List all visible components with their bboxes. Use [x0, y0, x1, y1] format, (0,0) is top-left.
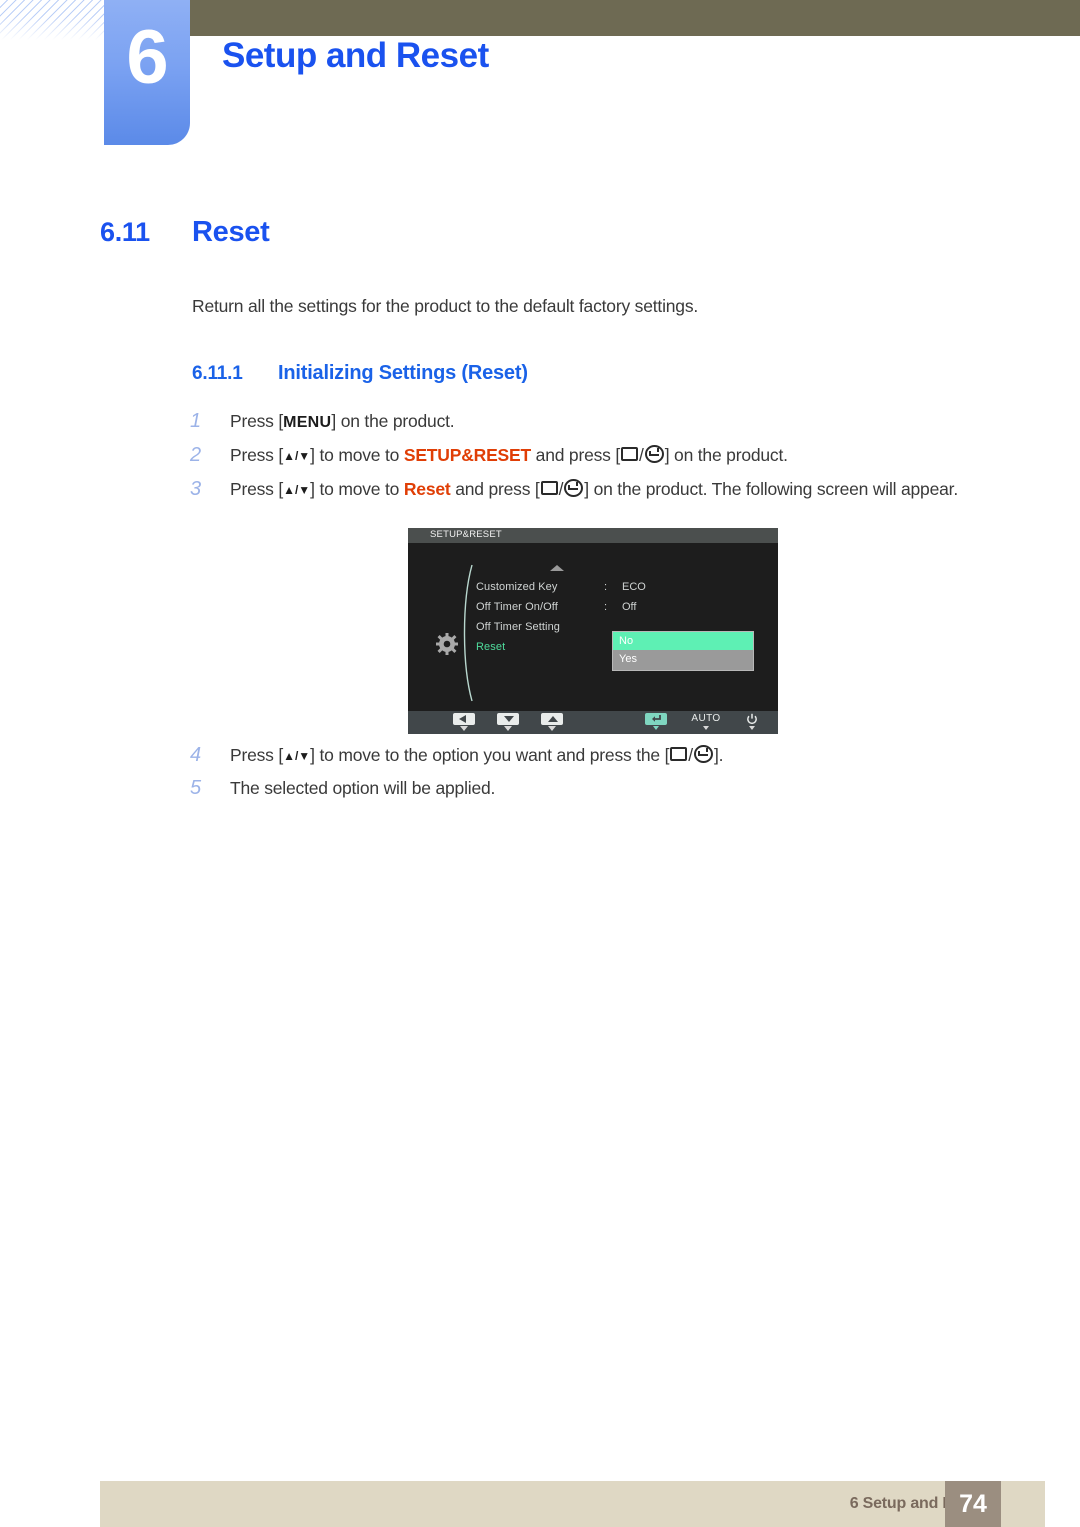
- step-text-a: Press [: [230, 479, 284, 499]
- left-arrow-icon: [450, 713, 478, 725]
- back-key-icon: [621, 447, 639, 461]
- highlight-reset: Reset: [403, 479, 451, 499]
- page-footer: 6 Setup and Reset 74: [100, 1481, 1080, 1527]
- button-tick-icon: [548, 726, 556, 731]
- enter-key-icon: [564, 479, 584, 497]
- enter-icon: [642, 713, 670, 725]
- button-tick-icon: [460, 726, 468, 731]
- step-text-a: Press [: [230, 445, 284, 465]
- step-text-e: ] on the product.: [664, 445, 788, 465]
- step-item: 4 Press [▲/▼] to move to the option you …: [190, 743, 1020, 767]
- osd-auto-button[interactable]: AUTO: [686, 713, 726, 730]
- osd-value: Off: [622, 601, 637, 613]
- highlight-setup-reset: SETUP&RESET: [403, 445, 531, 465]
- gear-icon: [436, 633, 458, 655]
- osd-value-row: : ECO: [604, 577, 724, 597]
- updown-arrows-icon: ▲/▼: [283, 483, 311, 497]
- osd-up-button[interactable]: [538, 713, 566, 731]
- step-number: 4: [190, 744, 202, 766]
- step-number: 3: [190, 478, 202, 500]
- up-arrow-icon: [538, 713, 566, 725]
- updown-arrows-icon: ▲/▼: [283, 749, 311, 763]
- power-icon: [738, 713, 766, 725]
- subsection-title: Initializing Settings (Reset): [278, 362, 528, 384]
- subsection-number: 6.11.1: [192, 363, 243, 384]
- step-text: The selected option will be applied.: [230, 778, 496, 798]
- step-text-d: /: [688, 745, 693, 765]
- header-olive-bar: [189, 0, 1080, 36]
- step-text: Press [▲/▼] to move to Reset and press […: [230, 477, 958, 500]
- osd-screenshot: SETUP&RESET Customized Key Off Timer On/…: [408, 528, 778, 734]
- osd-down-button[interactable]: [494, 713, 522, 731]
- step-text: Press [▲/▼] to move to SETUP&RESET and p…: [230, 443, 788, 466]
- menu-key-label: MENU: [283, 414, 332, 431]
- osd-option-no[interactable]: No: [613, 632, 753, 650]
- step-text-c: and press [: [450, 479, 540, 499]
- steps-list-bottom: 4 Press [▲/▼] to move to the option you …: [190, 743, 1020, 810]
- section-intro-text: Return all the settings for the product …: [192, 296, 699, 316]
- step-text-d: /: [558, 479, 564, 499]
- osd-reset-option-popup: No Yes: [612, 631, 754, 671]
- step-text-a: Press [: [230, 411, 284, 431]
- step-text-a: Press [: [230, 745, 284, 765]
- step-item: 3 Press [▲/▼] to move to Reset and press…: [190, 477, 1020, 501]
- step-text-e: ] on the product. The following screen w…: [584, 479, 958, 499]
- step-text: Press [MENU] on the product.: [230, 411, 455, 432]
- osd-body: Customized Key Off Timer On/Off Off Time…: [408, 543, 778, 711]
- button-tick-icon: [703, 726, 709, 730]
- step-item: 1 Press [MENU] on the product.: [190, 410, 1020, 433]
- osd-auto-label: AUTO: [691, 713, 721, 724]
- osd-power-button[interactable]: [738, 713, 766, 730]
- step-text-c: and press [: [531, 445, 621, 465]
- step-text: Press [▲/▼] to move to the option you wa…: [230, 743, 723, 766]
- osd-value: ECO: [622, 581, 646, 593]
- back-key-icon: [540, 481, 558, 495]
- chapter-tab: 6: [104, 0, 190, 145]
- step-number: 1: [190, 410, 202, 432]
- footer-page-number: 74: [945, 1481, 1001, 1527]
- osd-value-row: : Off: [604, 597, 724, 617]
- enter-key-icon: [693, 745, 713, 763]
- enter-key-icon: [644, 445, 664, 463]
- steps-list-top: 1 Press [MENU] on the product. 2 Press […: [190, 410, 1020, 511]
- down-arrow-icon: [494, 713, 522, 725]
- scroll-up-indicator-icon: [550, 565, 564, 571]
- step-item: 2 Press [▲/▼] to move to SETUP&RESET and…: [190, 443, 1020, 467]
- osd-colon: :: [604, 601, 608, 613]
- osd-title: SETUP&RESET: [430, 529, 502, 540]
- osd-colon: :: [604, 581, 608, 593]
- chapter-number: 6: [126, 15, 168, 100]
- step-text-d: /: [639, 445, 644, 465]
- updown-arrows-icon: ▲/▼: [283, 449, 311, 463]
- step-text-b: ] on the product.: [331, 411, 455, 431]
- button-tick-icon: [504, 726, 512, 731]
- osd-enter-button[interactable]: [642, 713, 670, 730]
- step-text-b: ] to move to: [310, 479, 404, 499]
- osd-button-bar: AUTO: [408, 711, 778, 734]
- step-text-e: ].: [713, 745, 724, 765]
- step-number: 5: [190, 777, 202, 799]
- button-tick-icon: [749, 726, 755, 730]
- osd-option-yes[interactable]: Yes: [613, 650, 753, 668]
- section-heading: 6.11 Reset: [100, 216, 270, 249]
- hatch-fade-overlay: [0, 0, 104, 40]
- section-title: Reset: [192, 216, 270, 248]
- chapter-title: Setup and Reset: [222, 36, 489, 75]
- back-key-icon: [670, 747, 688, 761]
- section-number: 6.11: [100, 217, 150, 247]
- step-item: 5 The selected option will be applied.: [190, 777, 1020, 800]
- subsection-heading: 6.11.1 Initializing Settings (Reset): [192, 362, 528, 385]
- button-tick-icon: [653, 726, 659, 730]
- step-text-b: ] to move to the option you want and pre…: [310, 745, 670, 765]
- page-header: 6 Setup and Reset: [0, 0, 1080, 160]
- step-number: 2: [190, 444, 202, 466]
- step-text-b: ] to move to: [310, 445, 404, 465]
- osd-back-button[interactable]: [450, 713, 478, 731]
